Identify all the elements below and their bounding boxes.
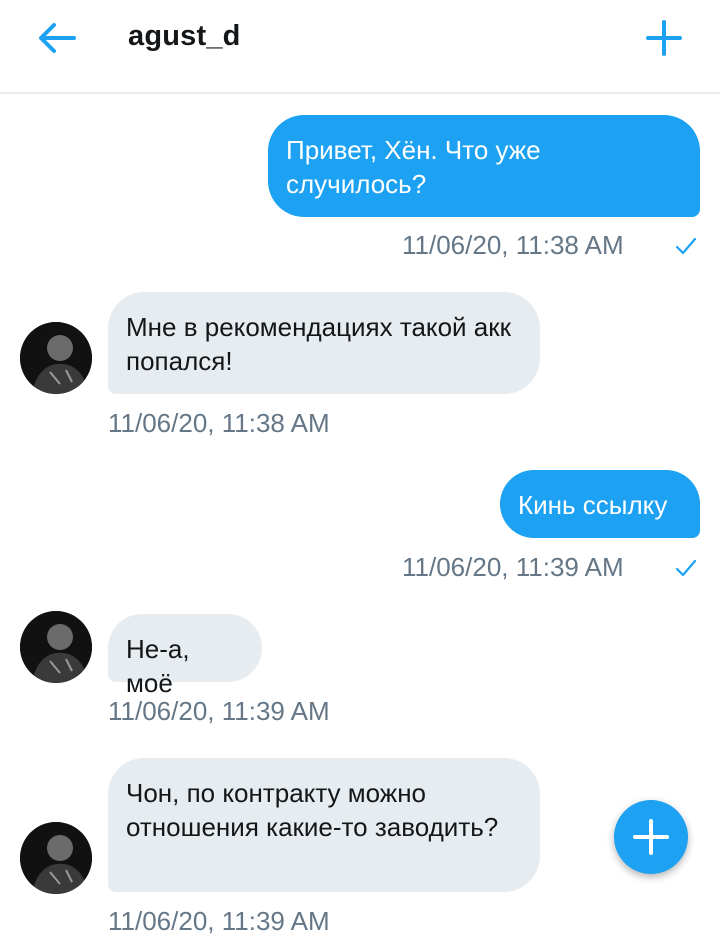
avatar-image [20,611,92,683]
message-bubble-outgoing[interactable]: Привет, Хён. Что уже случилось? [268,115,700,217]
message-text: Не-а, моё [126,634,190,698]
add-button[interactable] [640,16,688,60]
message-bubble-incoming[interactable]: Чон, по контракту можно отношения какие-… [108,758,540,892]
arrow-left-icon [39,23,76,53]
avatar[interactable] [20,322,92,394]
compose-fab-button[interactable] [614,800,688,874]
conversation-title: agust_d [128,20,241,52]
message-text: Привет, Хён. Что уже случилось? [286,135,541,199]
message-timestamp: 11/06/20, 11:39 AM [402,552,624,582]
avatar-image [20,322,92,394]
message-text: Кинь ссылку [518,490,668,520]
message-text: Чон, по контракту можно отношения какие-… [126,778,499,842]
message-timestamp: 11/06/20, 11:38 AM [402,230,624,260]
message-bubble-incoming[interactable]: Мне в рекомендациях такой акк попался! [108,292,540,394]
conversation-header: agust_d [0,0,720,94]
avatar[interactable] [20,611,92,683]
message-timestamp: 11/06/20, 11:39 AM [108,906,330,936]
back-button[interactable] [32,16,82,60]
message-timestamp: 11/06/20, 11:39 AM [108,696,330,726]
plus-icon [633,819,669,855]
message-text: Мне в рекомендациях такой акк попался! [126,312,511,376]
check-icon [675,237,697,255]
avatar-image [20,822,92,894]
avatar[interactable] [20,822,92,894]
plus-icon [646,20,682,56]
message-timestamp: 11/06/20, 11:38 AM [108,408,330,438]
check-icon [675,559,697,577]
message-bubble-incoming[interactable]: Не-а, моё [108,614,262,698]
message-bubble-outgoing[interactable]: Кинь ссылку [500,470,700,538]
